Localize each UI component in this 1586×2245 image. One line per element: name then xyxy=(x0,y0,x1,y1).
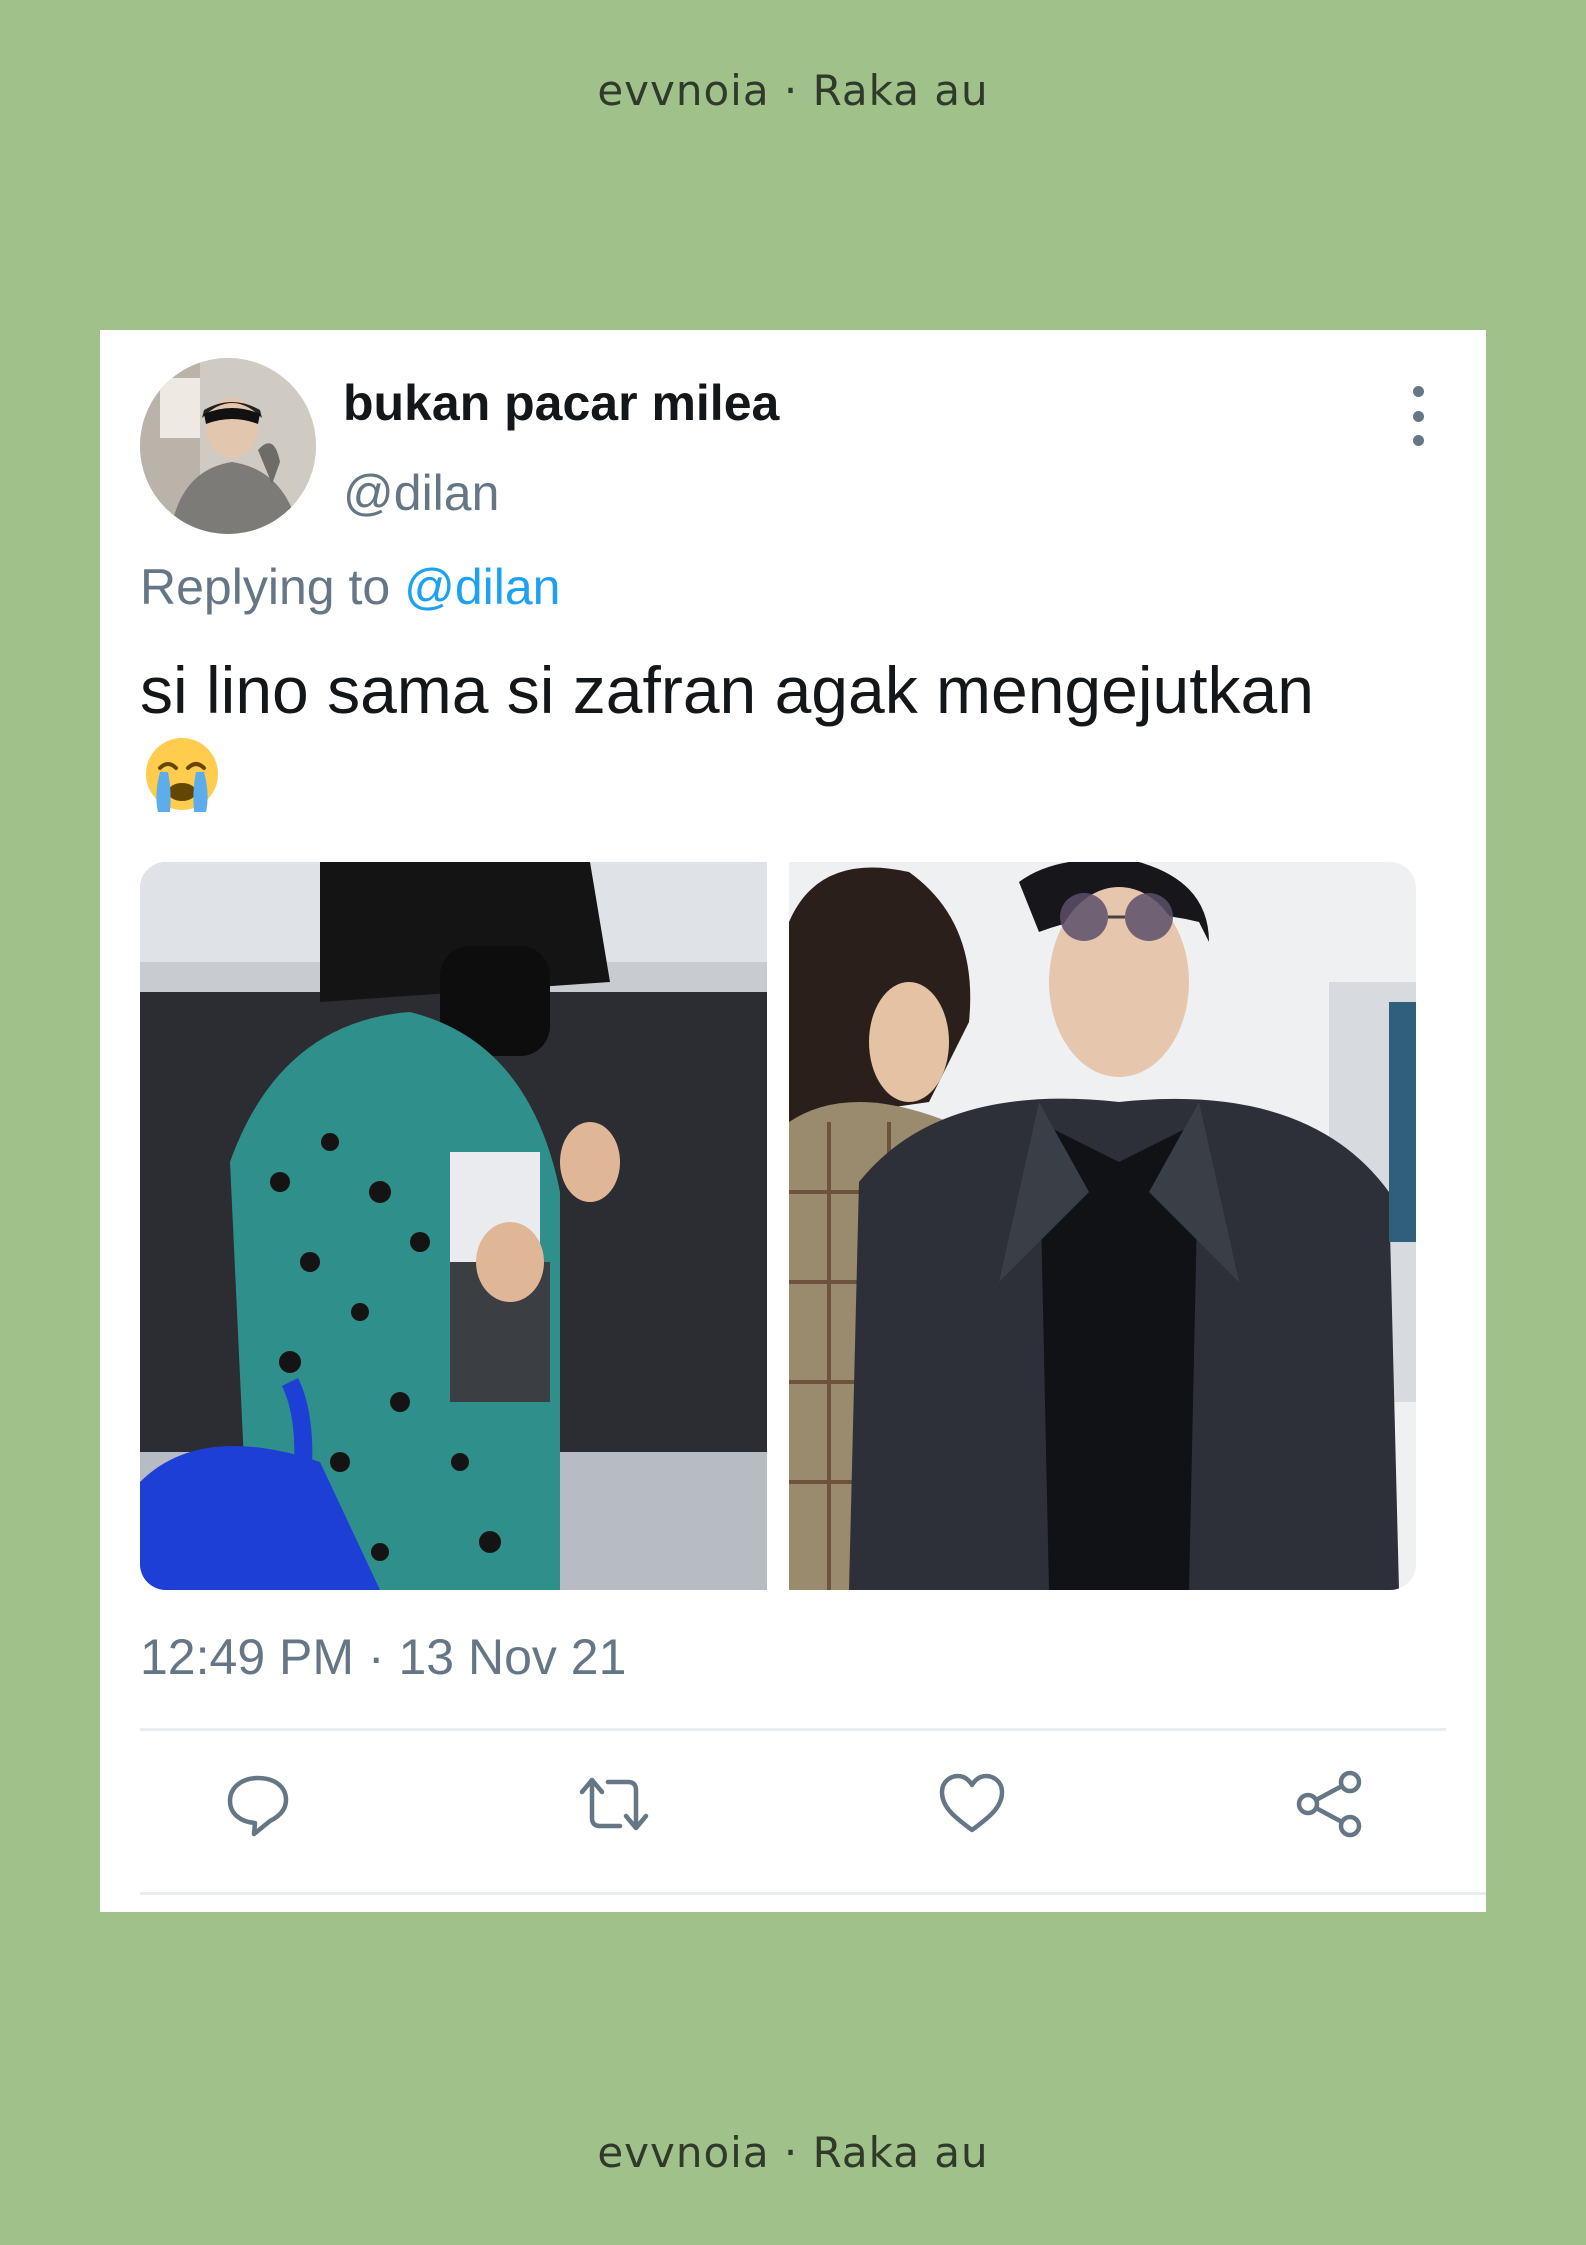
tweet-photo-2[interactable] xyxy=(789,862,1416,1590)
tweet-text: si lino sama si zafran agak mengejutkan xyxy=(140,653,1314,727)
retweet-icon xyxy=(579,1777,649,1831)
divider xyxy=(140,1728,1446,1731)
replying-prefix: Replying to xyxy=(140,559,391,615)
retweet-button[interactable] xyxy=(578,1768,650,1840)
divider xyxy=(140,1892,1486,1895)
share-icon xyxy=(1296,1770,1362,1838)
replying-to: Replying to @dilan xyxy=(140,558,560,616)
reply-icon xyxy=(227,1775,289,1837)
replying-mention-link[interactable]: @dilan xyxy=(404,559,560,615)
avatar[interactable] xyxy=(140,358,316,534)
reply-button[interactable] xyxy=(222,1768,294,1840)
like-button[interactable] xyxy=(936,1768,1008,1840)
loudly-crying-face-icon xyxy=(142,734,222,814)
tweet-photo-1[interactable] xyxy=(140,862,767,1590)
more-options-icon[interactable] xyxy=(1398,386,1438,446)
watermark-top: evvnoia · Raka au xyxy=(597,66,989,115)
tweet-timestamp: 12:49 PM · 13 Nov 21 xyxy=(140,1629,627,1685)
display-name[interactable]: bukan pacar milea xyxy=(343,374,779,432)
share-button[interactable] xyxy=(1294,1768,1366,1840)
like-icon xyxy=(939,1773,1005,1833)
tweet-card: bukan pacar milea @dilan Replying to @di… xyxy=(100,330,1486,1912)
tweet-body: si lino sama si zafran agak mengejutkan xyxy=(140,646,1340,823)
user-handle[interactable]: @dilan xyxy=(343,464,499,522)
watermark-bottom: evvnoia · Raka au xyxy=(597,2128,989,2177)
